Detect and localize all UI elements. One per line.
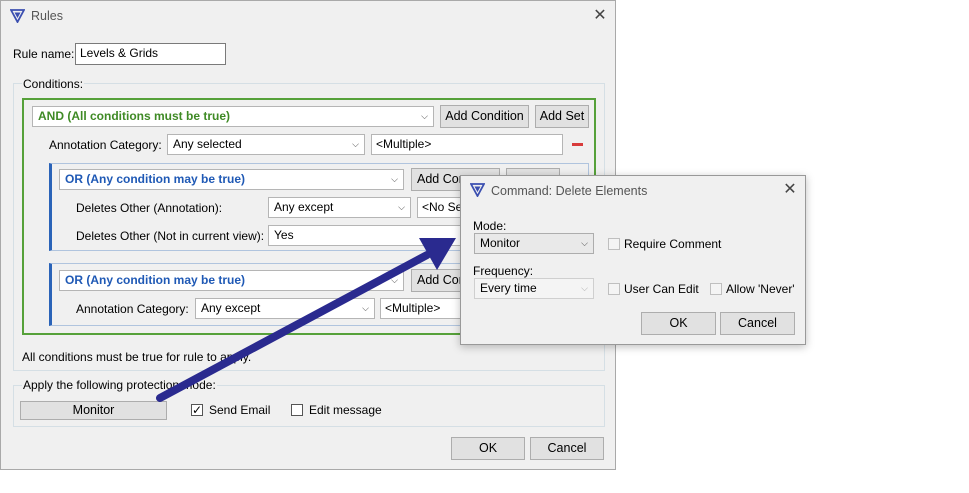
chevron-down-icon: ⌵ <box>581 283 588 293</box>
frequency-select-value: Every time <box>480 281 537 295</box>
frequency-select[interactable]: Every time ⌵ <box>474 278 594 299</box>
mode-select[interactable]: Monitor ⌵ <box>474 233 594 254</box>
mode-select-value: Monitor <box>480 236 521 250</box>
command-dialog-title: Command: Delete Elements <box>491 184 648 198</box>
user-can-edit-checkbox[interactable] <box>608 283 620 295</box>
mode-label: Mode: <box>473 219 507 233</box>
allow-never-label: Allow 'Never' <box>726 282 795 296</box>
allow-never-checkbox[interactable] <box>710 283 722 295</box>
command-ok-button[interactable]: OK <box>641 312 716 335</box>
command-dialog: Command: Delete Elements ✕ Mode: Monitor… <box>460 175 806 345</box>
frequency-label: Frequency: <box>473 264 534 278</box>
app-logo-icon <box>470 183 485 197</box>
user-can-edit-label: User Can Edit <box>624 282 699 296</box>
close-icon[interactable]: ✕ <box>781 182 799 200</box>
chevron-down-icon: ⌵ <box>581 238 588 248</box>
command-cancel-button[interactable]: Cancel <box>720 312 795 335</box>
require-comment-checkbox[interactable] <box>608 238 620 250</box>
require-comment-label: Require Comment <box>624 237 722 251</box>
